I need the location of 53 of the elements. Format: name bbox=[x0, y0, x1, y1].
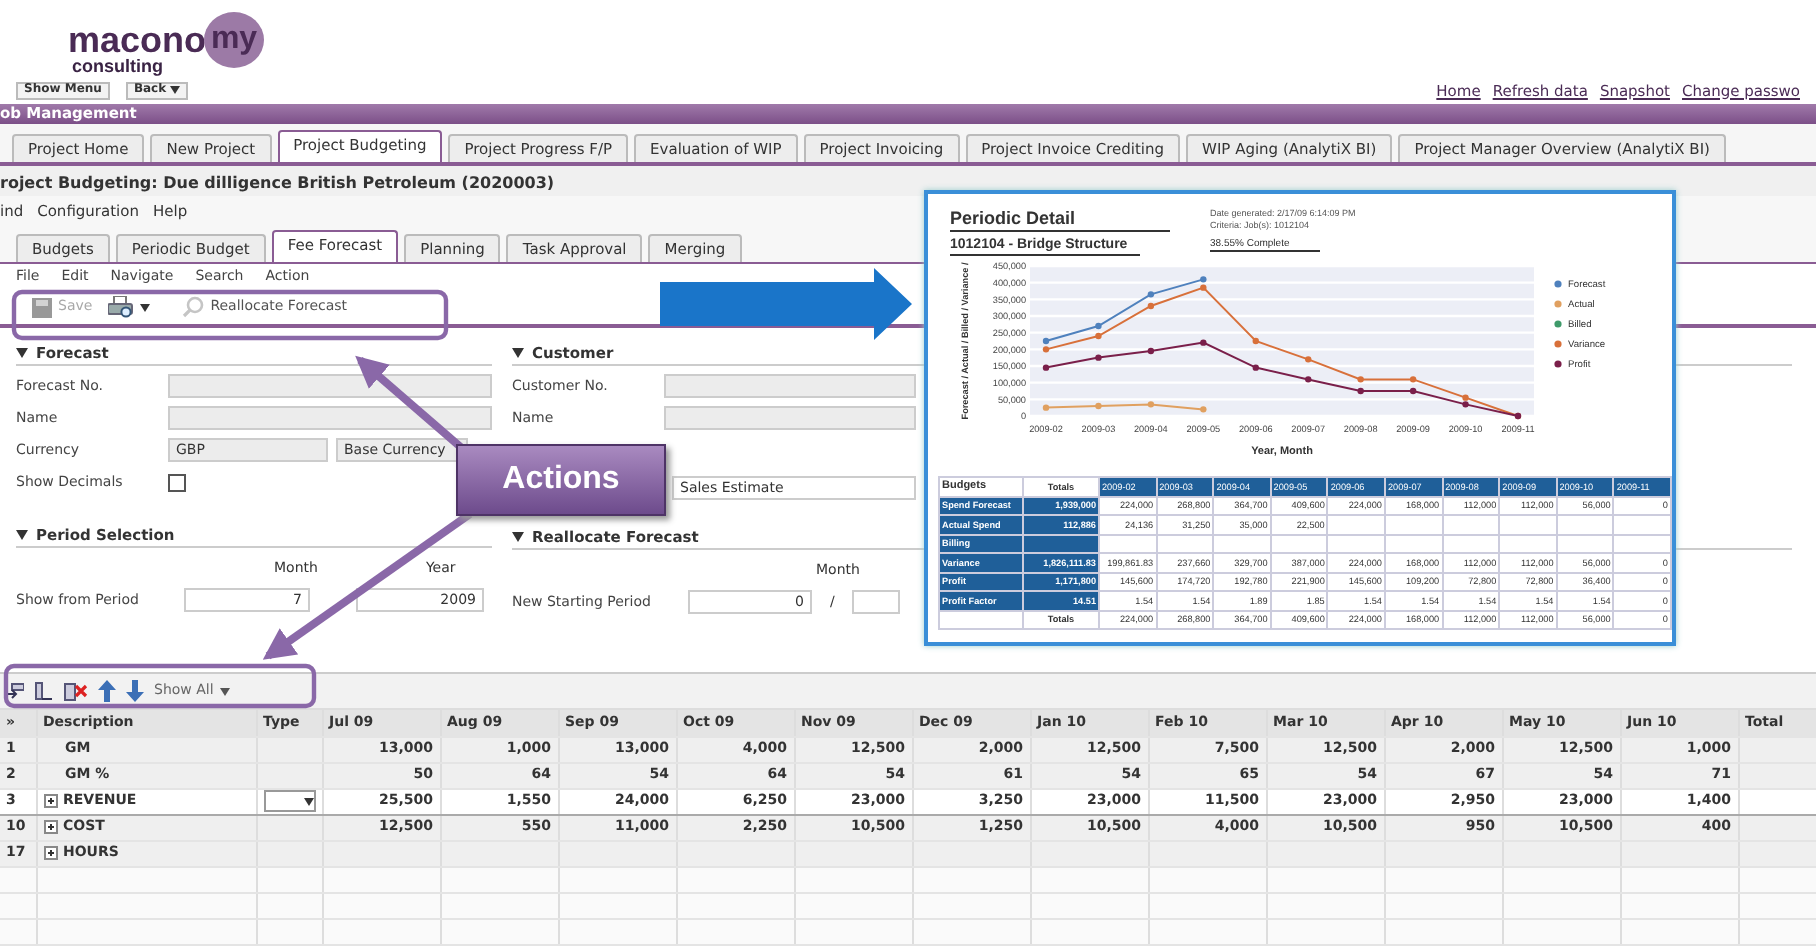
data-point bbox=[1095, 403, 1102, 410]
logo-text: macono bbox=[68, 22, 207, 58]
expand-icon[interactable] bbox=[43, 845, 57, 860]
insert-row-icon[interactable] bbox=[4, 681, 24, 701]
data-point bbox=[1357, 388, 1364, 395]
arrow-up-icon[interactable] bbox=[98, 680, 116, 702]
type-dropdown[interactable] bbox=[263, 790, 315, 812]
expand-icon[interactable] bbox=[43, 793, 57, 808]
data-point bbox=[1200, 339, 1207, 347]
callout-label: Actions bbox=[456, 444, 666, 516]
data-point bbox=[1095, 333, 1102, 340]
page-title: roject Budgeting: Due dilligence British Petroleum (2020003) bbox=[0, 166, 1816, 196]
logo-badge: my bbox=[204, 12, 265, 68]
input-field[interactable] bbox=[168, 406, 492, 430]
caret-icon bbox=[170, 86, 181, 94]
toolbar-button[interactable] bbox=[108, 296, 151, 318]
collapse-triangle-icon[interactable] bbox=[512, 348, 524, 358]
data-point bbox=[1305, 376, 1312, 383]
input-field[interactable] bbox=[168, 374, 492, 398]
collapse-triangle-icon[interactable] bbox=[16, 530, 28, 540]
input-field[interactable] bbox=[852, 590, 901, 614]
data-point bbox=[1042, 404, 1050, 412]
collapse-triangle-icon[interactable] bbox=[16, 348, 28, 358]
data-point bbox=[1095, 354, 1102, 362]
data-point bbox=[1147, 291, 1155, 298]
input-field[interactable] bbox=[664, 374, 916, 398]
data-point bbox=[1147, 348, 1155, 355]
expand-icon[interactable] bbox=[43, 819, 57, 834]
data-point bbox=[1409, 388, 1417, 395]
data-point bbox=[1252, 364, 1259, 372]
checkbox[interactable] bbox=[168, 473, 186, 491]
data-point bbox=[1357, 376, 1364, 383]
delete-row-icon[interactable] bbox=[64, 681, 88, 701]
data-point bbox=[1147, 401, 1155, 408]
report-title: Periodic Detail bbox=[950, 208, 1170, 232]
caret-icon bbox=[303, 797, 313, 805]
logo-tagline: consulting bbox=[72, 56, 165, 78]
arrow-down-icon[interactable] bbox=[126, 680, 144, 702]
data-point bbox=[1147, 303, 1155, 310]
data-point bbox=[1200, 406, 1207, 413]
search-icon bbox=[182, 296, 205, 318]
collapse-triangle-icon[interactable] bbox=[512, 532, 524, 542]
save-icon bbox=[32, 297, 52, 317]
input-field[interactable] bbox=[664, 406, 916, 430]
printer-icon bbox=[108, 296, 135, 318]
data-point bbox=[1042, 364, 1050, 372]
add-row-icon[interactable] bbox=[34, 681, 54, 701]
data-point bbox=[1095, 323, 1102, 330]
data-point bbox=[1252, 338, 1259, 345]
caret-icon bbox=[219, 687, 230, 695]
caret-icon bbox=[140, 303, 151, 311]
data-point bbox=[1305, 356, 1312, 363]
data-point bbox=[1409, 376, 1417, 383]
